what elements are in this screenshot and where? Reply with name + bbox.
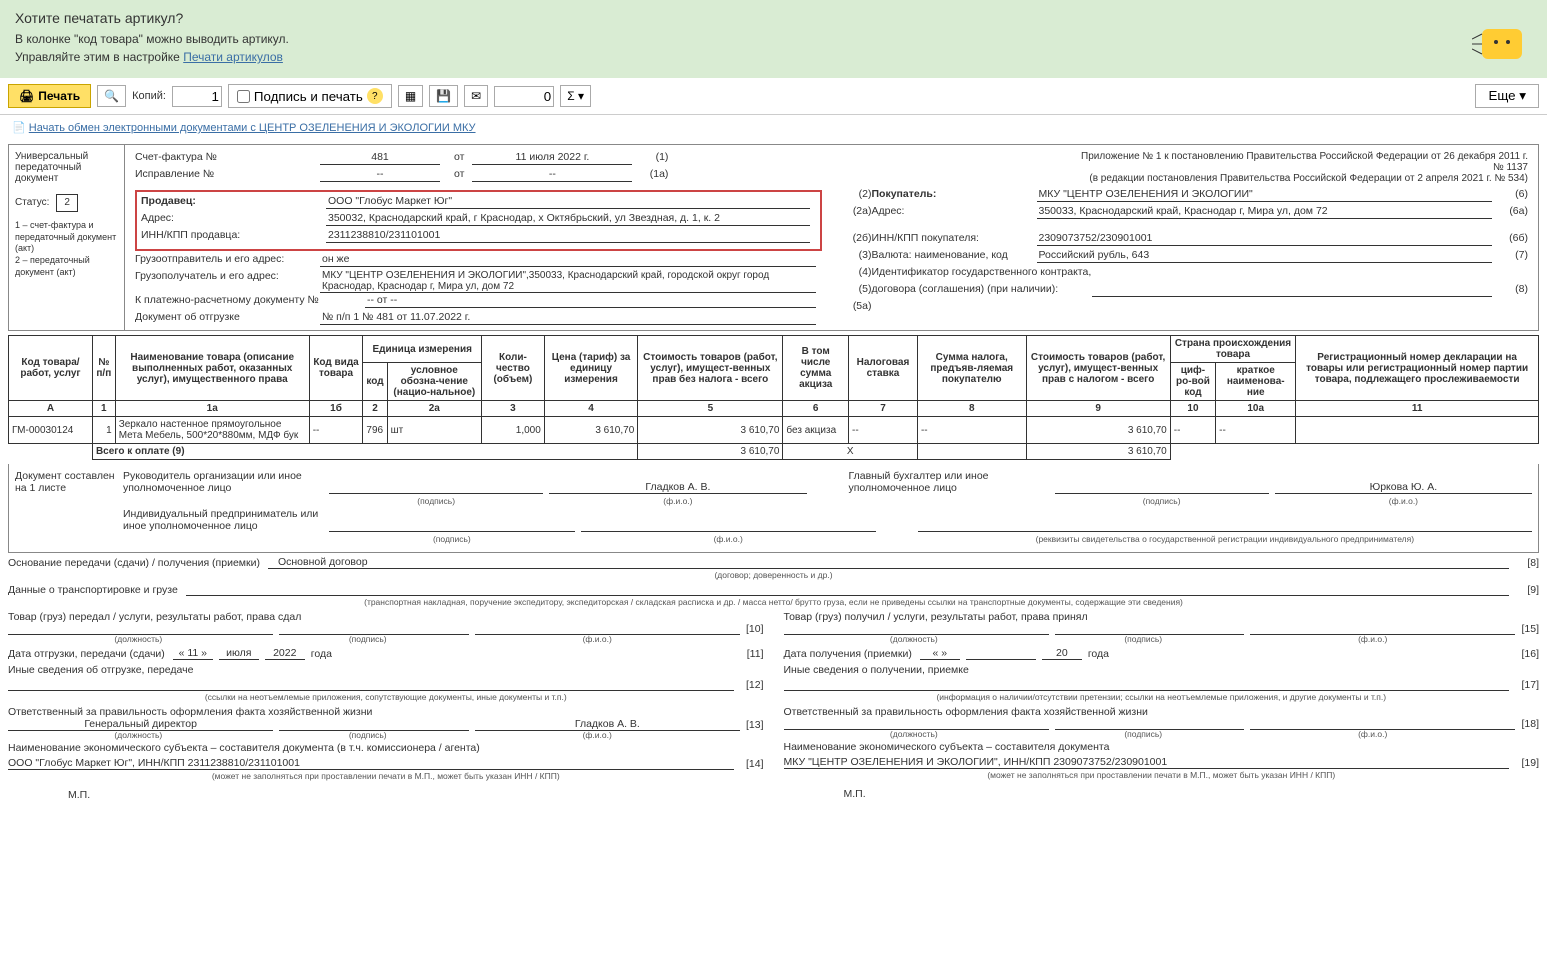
save-button[interactable]: 💾 xyxy=(429,85,458,107)
banner-line1: В колонке "код товара" можно выводить ар… xyxy=(15,32,289,46)
copies-input[interactable] xyxy=(172,86,222,107)
more-button[interactable]: Еще ▾ xyxy=(1475,84,1539,108)
doc-type-title: Универсальный передаточный документ xyxy=(15,151,118,184)
doc-body: Счет-фактура № 481 от 11 июля 2022 г. (1… xyxy=(125,145,1538,330)
email-button[interactable]: ✉ xyxy=(464,85,488,107)
printer-icon: 🖨 xyxy=(19,89,34,103)
seller-highlight-box: Продавец: ООО "Глобус Маркет Юг" Адрес: … xyxy=(135,190,822,251)
exchange-link[interactable]: Начать обмен электронными документами с … xyxy=(29,122,476,134)
excel-button[interactable]: ▦ xyxy=(398,85,423,107)
magnifier-icon: 🔍 xyxy=(104,89,119,103)
floppy-icon: 💾 xyxy=(436,89,451,103)
copies-label: Копий: xyxy=(132,90,166,102)
table-row: ГМ-00030124 1 Зеркало настенное прямоуго… xyxy=(9,417,1539,444)
print-button[interactable]: 🖨 Печать xyxy=(8,84,91,108)
linkbar: 📄 Начать обмен электронными документами … xyxy=(0,115,1547,140)
banner-settings-link[interactable]: Печати артикулов xyxy=(183,50,283,64)
table-icon: ▦ xyxy=(405,89,416,103)
document-footer: Документ составлен на 1 листе Руководите… xyxy=(8,464,1539,801)
sum-button[interactable]: Σ ▾ xyxy=(560,85,591,107)
sign-checkbox[interactable] xyxy=(237,90,250,103)
mascot-icon xyxy=(1472,14,1532,64)
exchange-icon: 📄 xyxy=(12,122,29,134)
status-value: 2 xyxy=(56,194,78,212)
doc-left-column: Универсальный передаточный документ Стат… xyxy=(9,145,125,330)
help-icon: ? xyxy=(367,88,383,104)
banner-title: Хотите печатать артикул? xyxy=(15,10,289,26)
table-total-row: Всего к оплате (9) 3 610,70 X 3 610,70 xyxy=(9,444,1539,460)
envelope-icon: ✉ xyxy=(471,89,481,103)
status-label: Статус: xyxy=(15,197,49,208)
items-table: Код товара/ работ, услуг № п/п Наименова… xyxy=(8,335,1539,460)
sign-button[interactable]: Подпись и печать ? xyxy=(228,84,392,108)
document: Универсальный передаточный документ Стат… xyxy=(8,144,1539,331)
number-input[interactable] xyxy=(494,86,554,107)
preview-button[interactable]: 🔍 xyxy=(97,85,126,107)
promo-banner: Хотите печатать артикул? В колонке "код … xyxy=(0,0,1547,78)
status-footnote: 1 – счет-фактура и передаточный документ… xyxy=(15,220,118,278)
toolbar: 🖨 Печать 🔍 Копий: Подпись и печать ? ▦ 💾… xyxy=(0,78,1547,115)
